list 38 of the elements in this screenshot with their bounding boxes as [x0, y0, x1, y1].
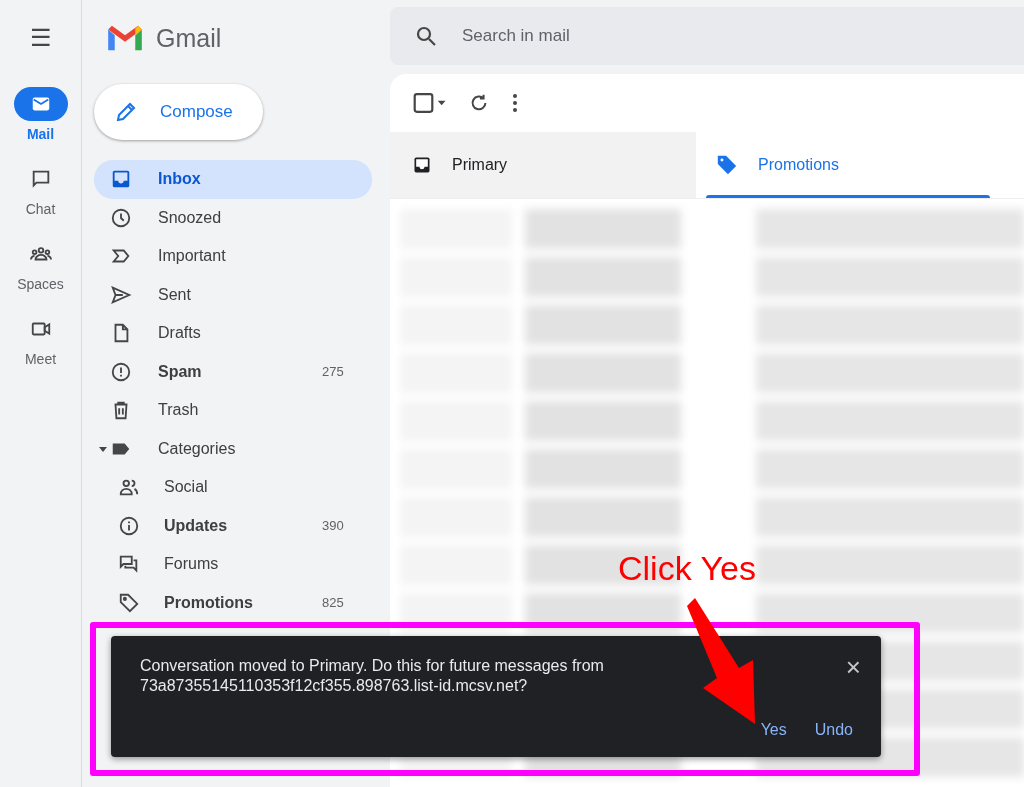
- snackbar-message: Conversation moved to Primary. Do this for future messages from 73a87355145110353f12cf355.898763.list-id.mcsv.net?: [140, 656, 605, 696]
- more-options-icon[interactable]: [512, 93, 518, 113]
- snackbar-action[interactable]: Yes: [760, 721, 787, 739]
- sidebar-item[interactable]: Categories: [94, 429, 372, 468]
- category-tab[interactable]: Primary: [390, 132, 696, 198]
- sidebar-item[interactable]: Promotions 825: [94, 583, 372, 622]
- inbox-icon: [412, 155, 432, 175]
- select-checkbox[interactable]: [412, 92, 446, 114]
- send-icon: [110, 283, 132, 306]
- clock-icon: [110, 206, 132, 229]
- tag-icon: [716, 154, 738, 176]
- menu-button[interactable]: ☰: [21, 20, 60, 56]
- sidebar-item[interactable]: Important: [94, 237, 372, 276]
- close-button[interactable]: ×: [845, 654, 861, 680]
- sidebar-item[interactable]: Updates 390: [94, 506, 372, 545]
- compose-button[interactable]: Compose: [94, 84, 263, 140]
- rail-item[interactable]: Spaces: [7, 236, 74, 293]
- pencil-icon: [114, 100, 138, 124]
- tag-icon: [118, 591, 140, 614]
- sidebar-item[interactable]: Trash: [94, 391, 372, 430]
- sidebar-item[interactable]: Sent: [94, 275, 372, 314]
- info-circle-icon: [118, 514, 140, 537]
- sidebar-item[interactable]: Social: [94, 468, 372, 507]
- sidebar-item[interactable]: Snoozed: [94, 198, 372, 237]
- app-name: Gmail: [156, 23, 222, 53]
- annotation-text: Click Yes: [618, 549, 756, 588]
- rail-item[interactable]: Chat: [7, 161, 74, 218]
- sidebar-item[interactable]: Inbox: [94, 160, 372, 199]
- snackbar-action[interactable]: Undo: [814, 721, 853, 739]
- sidebar-item[interactable]: Forums: [94, 545, 372, 584]
- sidebar-item[interactable]: Drafts: [94, 314, 372, 353]
- search-icon: [414, 24, 438, 48]
- logo-icon: [106, 24, 144, 52]
- exclamation-circle-icon: [110, 360, 132, 383]
- rail-item[interactable]: Mail: [7, 86, 74, 143]
- search-field[interactable]: Search in mail: [460, 25, 864, 47]
- rail-item[interactable]: Meet: [7, 311, 74, 368]
- sidebar-item[interactable]: Spam 275: [94, 352, 372, 391]
